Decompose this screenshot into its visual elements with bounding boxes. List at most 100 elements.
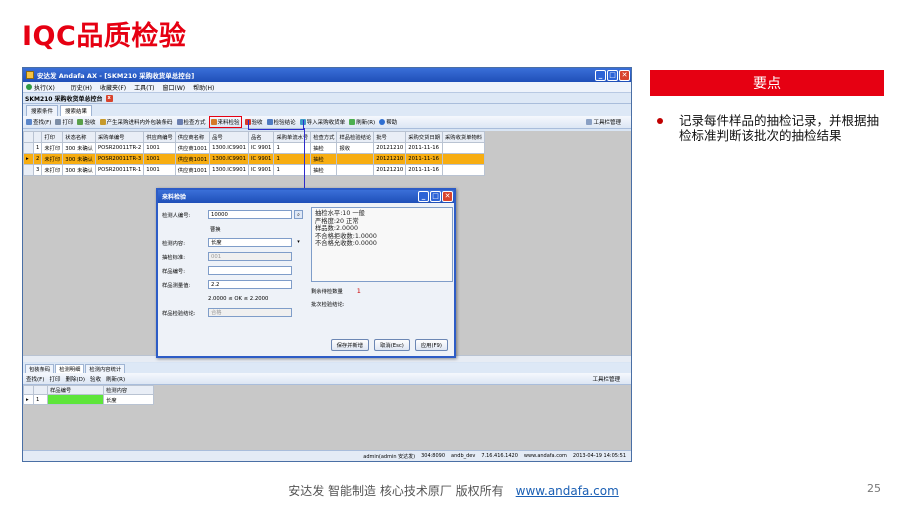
table-row[interactable]: 3 未打印 300 未确认 POSR20011TR-1 1001 供应商1001 1300.… [23, 164, 486, 176]
document-tab[interactable]: SKM210 采购收货单总控台 x [23, 93, 631, 104]
dialog-buttons: 保存并新增 取消(Esc) 应用(F9) [330, 339, 448, 351]
batch-conclusion-label: 批次检验结论: [311, 302, 345, 308]
tab-search-criteria[interactable]: 搜索条件 [26, 105, 59, 116]
menu-help[interactable]: 帮助(H) [193, 83, 214, 92]
detail-header-row: 样品编号 检测内容 [23, 385, 154, 395]
tab-inspection-detail[interactable]: 检测明细 [55, 364, 85, 373]
toolbar-manage-button[interactable]: 工具栏管理 [586, 118, 621, 126]
footer-link[interactable]: www.andafa.com [516, 484, 619, 498]
detail-toolbar-manage-button[interactable]: 工具栏管理 [592, 375, 620, 383]
col-batch[interactable]: 批号 [373, 131, 407, 143]
menu-history[interactable]: 历史(H) [71, 83, 92, 92]
dialog-titlebar: 来料检验 _ □ ✕ [158, 190, 454, 203]
footer-text: 安达发 智能制造 核心技术原厂 版权所有 [288, 484, 504, 498]
cancel-button[interactable]: 取消(Esc) [374, 339, 410, 351]
col-sample-conclusion[interactable]: 样品检验结论 [336, 131, 375, 143]
menu-favorites[interactable]: 收藏夹(F) [100, 83, 126, 92]
col-print[interactable]: 打印 [41, 131, 64, 143]
help-button[interactable]: 帮助 [379, 118, 397, 126]
inspection-icon [210, 119, 217, 125]
apply-button[interactable]: 应用(F9) [414, 339, 448, 351]
detail-find-button[interactable]: 查找(F) [26, 375, 44, 383]
check-method-button[interactable]: 检查方式 [176, 118, 206, 126]
measured-value-field[interactable]: 2.2 [208, 280, 292, 289]
bullet-icon [657, 118, 663, 124]
sample-number-field[interactable] [208, 266, 292, 275]
tab-package-barcode[interactable]: 包装条码 [25, 364, 55, 373]
detail-row[interactable]: ▸ 1 长度 [23, 394, 154, 405]
refresh-button[interactable]: 刷新(R) [349, 118, 375, 126]
sampling-standard-field[interactable]: 001 [208, 252, 292, 261]
remaining-quantity: 剩余待检数量 1 [311, 287, 361, 295]
col-receipt-item[interactable]: 采购收货单物料 [441, 131, 486, 143]
menu-tools[interactable]: 工具(T) [134, 83, 154, 92]
refresh-icon [349, 119, 356, 125]
menu-execute[interactable]: 执行(X) [26, 83, 63, 92]
col-item-code[interactable]: 品号 [209, 131, 249, 143]
dialog-minimize-button[interactable]: _ [418, 191, 429, 202]
sampling-info-panel: 抽检水平:10 一般 严格度:20 正常 样品数:2.0000 不合格拒收数:1… [311, 207, 453, 282]
chevron-down-icon[interactable]: ▾ [294, 238, 303, 247]
detail-panel: 包装条码 检测明细 检测内容统计 查找(F) 打印 删除(D) 验收 刷新(R)… [23, 363, 631, 451]
detail-delete-button[interactable]: 删除(D) [65, 375, 85, 383]
window-title: 安达发 Andafa AX - [SKM210 采购收货单总控台] [37, 72, 195, 80]
row-pointer-icon: ▸ [23, 394, 34, 405]
maximize-button[interactable]: □ [607, 69, 618, 81]
col-supplier-code[interactable]: 供应商编号 [143, 131, 176, 143]
col-item-name[interactable]: 品名 [247, 131, 275, 143]
detail-toolbar: 查找(F) 打印 删除(D) 验收 刷新(R) 工具栏管理 [23, 373, 631, 385]
accept-button[interactable]: 验收 [77, 118, 96, 126]
col-status[interactable]: 状态名称 [62, 131, 96, 143]
barcode-icon [99, 119, 106, 125]
detail-accept-button[interactable]: 验收 [90, 375, 101, 383]
print-icon [55, 119, 62, 125]
import-receipt-button[interactable]: 导入采购收货单 [299, 118, 345, 126]
close-doc-icon[interactable]: x [105, 94, 113, 102]
inspector-id-field[interactable]: 10000 [208, 210, 292, 219]
menu-window[interactable]: 窗口(W) [163, 83, 186, 92]
main-toolbar: 查找(F) 打印 验收 产生采购进料内外包装条码 检查方式 来料检验 验收 检验… [23, 116, 631, 129]
minimize-button[interactable]: _ [595, 69, 606, 81]
status-bar: admin(admin 安达发) 304:8090 andb_dev 7.16.… [23, 450, 631, 461]
sample-conclusion-select[interactable]: 合格 [208, 308, 292, 317]
col-inspection-content[interactable]: 检测内容 [103, 385, 154, 395]
find-button[interactable]: 查找(F) [26, 118, 51, 126]
inspection-content-select[interactable]: 长度 [208, 238, 292, 247]
keypoint-header: 要点 [650, 70, 884, 96]
col-po-number[interactable]: 采购单编号 [94, 131, 145, 143]
keypoint-bullet: 记录每件样品的抽检记录，并根据抽检标准判断该批次的抽检结果 [657, 113, 879, 143]
dialog-maximize-button[interactable]: □ [430, 191, 441, 202]
detail-print-button[interactable]: 打印 [49, 375, 60, 383]
detail-refresh-button[interactable]: 刷新(R) [106, 375, 125, 383]
dialog-close-button[interactable]: ✕ [442, 191, 453, 202]
close-button[interactable]: ✕ [619, 69, 630, 81]
inspection-form: 检测人编号: 10000 ⌕ 曹换 检测内容: 长度 ▾ 抽检标准: 001 样品编号: … [162, 208, 308, 320]
tab-inspection-stats[interactable]: 检测内容统计 [85, 364, 126, 373]
app-icon [26, 71, 34, 79]
save-and-new-button[interactable]: 保存并新增 [330, 339, 370, 351]
col-sample-number[interactable]: 样品编号 [47, 385, 104, 395]
gear-icon [586, 119, 593, 125]
col-check-method[interactable]: 检查方式 [310, 131, 338, 143]
menu-bar: 执行(X) 历史(H) 收藏夹(F) 工具(T) 窗口(W) 帮助(H) [23, 82, 631, 93]
document-title: SKM210 采购收货单总控台 [25, 95, 103, 103]
footer: 安达发 智能制造 核心技术原厂 版权所有 www.andafa.com [0, 482, 907, 499]
detail-tabs: 包装条码 检测明细 检测内容统计 [23, 363, 631, 373]
incoming-inspection-button[interactable]: 来料检验 [208, 116, 242, 128]
table-row-selected[interactable]: ▸ 2 未打印 300 未确认 POSR20011TR-3 1001 供应商1001 130… [23, 153, 486, 165]
accept-icon [77, 119, 84, 125]
col-po-line[interactable]: 采购单流水号 [273, 131, 312, 143]
check-method-icon [176, 119, 183, 125]
tab-search-results[interactable]: 搜索结果 [60, 105, 93, 116]
find-icon [26, 119, 32, 125]
col-delivery-date[interactable]: 采购交货日期 [405, 131, 443, 143]
dialog-title: 来料检验 [162, 194, 187, 201]
app-window: 安达发 Andafa AX - [SKM210 采购收货单总控台] _ □ ✕ … [22, 67, 632, 462]
search-icon[interactable]: ⌕ [294, 210, 303, 219]
col-supplier-name[interactable]: 供应商名称 [174, 131, 211, 143]
barcode-button[interactable]: 产生采购进料内外包装条码 [99, 118, 173, 126]
print-button[interactable]: 打印 [55, 118, 73, 126]
bullet-text: 记录每件样品的抽检记录，并根据抽检标准判断该批次的抽检结果 [679, 113, 880, 143]
table-row[interactable]: 1 未打印 300 未确认 POSR20011TR-2 1001 供应商1001 1300.… [23, 142, 486, 154]
page-number: 25 [867, 482, 881, 495]
